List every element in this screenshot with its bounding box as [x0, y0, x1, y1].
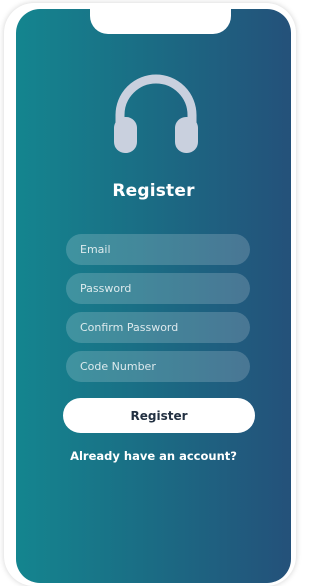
- password-field[interactable]: [66, 273, 250, 304]
- email-field[interactable]: [66, 234, 250, 265]
- login-link[interactable]: Already have an account?: [16, 449, 291, 463]
- headphones-icon: [114, 74, 198, 153]
- register-button[interactable]: Register: [63, 398, 255, 433]
- phone-frame: Register Register Already have an accoun…: [4, 3, 296, 586]
- confirm-password-field[interactable]: [66, 312, 250, 343]
- phone-notch: [90, 9, 231, 34]
- code-number-field[interactable]: [66, 351, 250, 382]
- page-title: Register: [112, 181, 195, 201]
- register-screen: Register Register Already have an accoun…: [16, 9, 291, 583]
